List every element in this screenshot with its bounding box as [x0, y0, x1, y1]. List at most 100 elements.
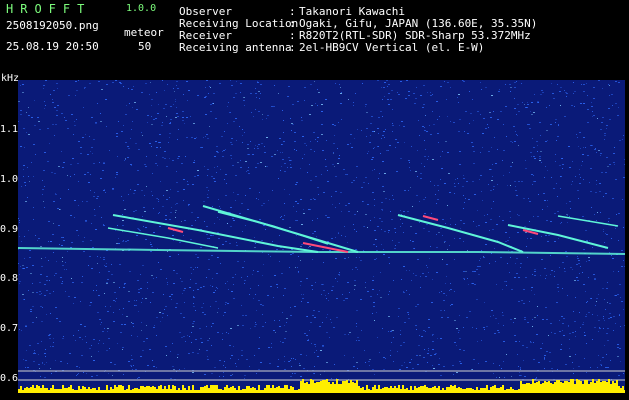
noise-speck	[557, 196, 558, 197]
noise-speck	[491, 180, 493, 181]
noise-speck	[317, 89, 318, 90]
noise-speck	[456, 372, 458, 373]
noise-speck	[138, 377, 140, 378]
noise-speck	[559, 267, 560, 268]
noise-speck	[344, 258, 346, 259]
noise-speck	[472, 271, 474, 272]
noise-speck	[506, 281, 507, 282]
noise-speck	[430, 95, 432, 96]
noise-speck	[505, 84, 506, 85]
noise-speck	[265, 322, 266, 323]
noise-speck	[545, 278, 546, 279]
noise-speck	[382, 328, 383, 329]
noise-speck	[422, 107, 424, 108]
noise-speck	[598, 80, 600, 81]
noise-speck	[133, 86, 134, 87]
noise-speck	[495, 318, 497, 319]
noise-speck	[587, 95, 588, 96]
noise-speck	[266, 166, 268, 167]
noise-speck	[569, 216, 570, 217]
noise-speck	[24, 299, 25, 300]
noise-speck	[546, 319, 548, 320]
noise-speck	[29, 257, 31, 258]
noise-speck	[355, 267, 357, 268]
noise-speck	[162, 206, 164, 207]
level-bar	[278, 386, 280, 393]
noise-speck	[213, 178, 215, 179]
noise-speck	[617, 344, 619, 345]
noise-speck	[531, 174, 533, 175]
noise-speck	[248, 154, 250, 155]
noise-speck	[77, 163, 79, 164]
noise-speck	[376, 258, 377, 259]
noise-speck	[544, 359, 545, 360]
noise-speck	[408, 190, 409, 191]
noise-speck	[256, 198, 257, 199]
level-bar	[458, 387, 460, 393]
noise-speck	[615, 81, 617, 82]
noise-speck	[253, 116, 254, 117]
noise-speck	[138, 149, 140, 150]
noise-speck	[491, 147, 492, 148]
noise-speck	[128, 88, 129, 89]
noise-speck	[183, 189, 185, 190]
noise-speck	[227, 303, 229, 304]
noise-speck	[179, 242, 181, 243]
noise-speck	[482, 200, 483, 201]
level-bar	[196, 390, 198, 393]
noise-speck	[290, 360, 291, 361]
noise-speck	[361, 187, 363, 188]
noise-speck	[304, 100, 305, 101]
level-bar	[426, 387, 428, 393]
noise-speck	[426, 224, 428, 225]
noise-speck	[170, 189, 171, 190]
noise-speck	[339, 203, 340, 204]
noise-speck	[231, 158, 232, 159]
noise-speck	[43, 88, 44, 89]
noise-speck	[84, 174, 86, 175]
level-bar	[92, 388, 94, 393]
noise-speck	[521, 83, 522, 84]
noise-speck	[472, 283, 474, 284]
level-bar	[606, 382, 608, 393]
noise-speck	[462, 186, 464, 187]
noise-speck	[409, 294, 410, 295]
noise-speck	[28, 176, 29, 177]
noise-speck	[342, 294, 343, 295]
noise-speck	[555, 119, 557, 120]
level-bar	[358, 386, 360, 393]
noise-speck	[162, 80, 163, 81]
noise-speck	[263, 264, 264, 265]
level-bar	[604, 381, 606, 393]
noise-speck	[166, 278, 167, 279]
noise-speck	[241, 203, 243, 204]
noise-speck	[413, 93, 415, 94]
noise-speck	[91, 117, 93, 118]
noise-speck	[176, 171, 177, 172]
noise-speck	[245, 225, 246, 226]
noise-speck	[208, 93, 209, 94]
noise-speck	[596, 298, 598, 299]
noise-speck	[126, 105, 127, 106]
noise-speck	[200, 147, 201, 148]
noise-speck	[212, 323, 214, 324]
noise-speck	[225, 367, 226, 368]
level-bar	[122, 386, 124, 393]
noise-speck	[140, 274, 141, 275]
noise-speck	[463, 278, 465, 279]
noise-speck	[224, 131, 225, 132]
noise-speck	[91, 268, 93, 269]
noise-speck	[611, 94, 613, 95]
noise-speck	[517, 354, 518, 355]
level-bar	[192, 385, 194, 393]
noise-speck	[222, 156, 224, 157]
noise-speck	[547, 241, 549, 242]
noise-speck	[519, 372, 520, 373]
noise-speck	[259, 219, 261, 220]
noise-speck	[578, 263, 580, 264]
noise-speck	[538, 194, 539, 195]
noise-speck	[618, 271, 619, 272]
noise-speck	[247, 144, 249, 145]
noise-speck	[218, 238, 220, 239]
noise-speck	[62, 281, 63, 282]
